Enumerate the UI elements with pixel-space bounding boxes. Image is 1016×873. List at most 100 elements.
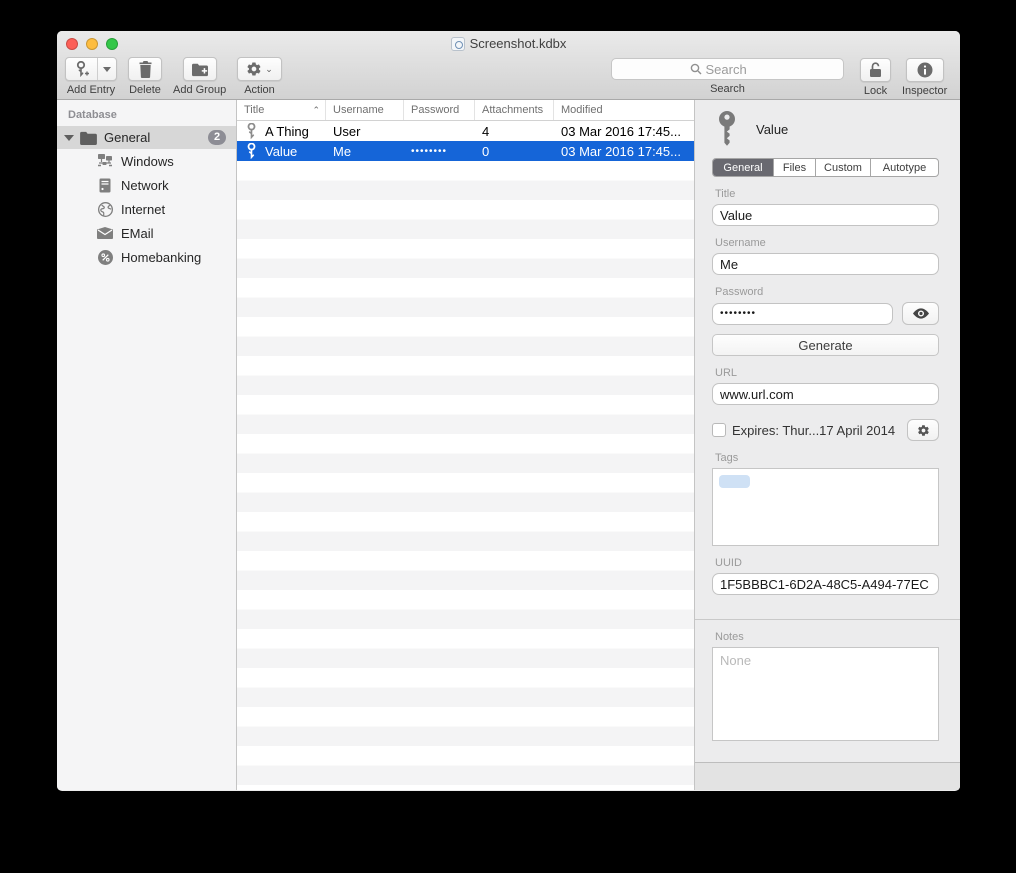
entry-table: Title ⌃ Username Password Attachments Mo… [237, 100, 695, 790]
tags-box[interactable] [712, 468, 939, 546]
lock-label: Lock [864, 85, 887, 97]
delete-button[interactable] [128, 57, 162, 81]
group-label: Network [121, 178, 169, 193]
folder-plus-icon [192, 62, 208, 77]
search-field[interactable] [611, 58, 844, 80]
tab-autotype[interactable]: Autotype [871, 159, 938, 176]
key-plus-icon[interactable] [66, 58, 97, 80]
column-header-username[interactable]: Username [326, 100, 404, 120]
toolbar-item-inspector: Inspector [902, 58, 947, 97]
column-header-attachments[interactable]: Attachments [475, 100, 554, 120]
entry-modified: 03 Mar 2016 17:45... [554, 121, 694, 141]
column-header-title[interactable]: Title ⌃ [237, 100, 326, 120]
toolbar-item-search: Search [607, 58, 848, 95]
group-label: Windows [121, 154, 174, 169]
uuid-field[interactable] [712, 573, 939, 595]
key-icon [246, 143, 257, 159]
sidebar-item-network[interactable]: Network [57, 173, 236, 197]
inspector-panel: Value General Files Custom Autotype Titl… [695, 100, 960, 790]
sidebar-item-homebanking[interactable]: Homebanking [57, 245, 236, 269]
title-field-label: Title [715, 188, 939, 200]
entry-modified: 03 Mar 2016 17:45... [554, 141, 694, 161]
window-title: Screenshot.kdbx [470, 36, 567, 51]
entry-username: Me [326, 141, 404, 161]
add-entry-dropdown[interactable] [97, 58, 116, 80]
window-header: Screenshot.kdbx Add Entry D [57, 31, 960, 100]
sidebar-item-windows[interactable]: Windows [57, 149, 236, 173]
gear-icon [246, 61, 262, 77]
close-button[interactable] [66, 38, 78, 50]
window-title-group: Screenshot.kdbx [451, 36, 567, 51]
title-field[interactable] [712, 204, 939, 226]
expires-row: Expires: Thur...17 April 2014 [712, 419, 939, 441]
toolbar-item-delete: Delete [128, 57, 162, 100]
reveal-password-button[interactable] [902, 302, 939, 325]
app-window: Screenshot.kdbx Add Entry D [57, 31, 960, 791]
lock-button[interactable] [860, 58, 891, 82]
sidebar-item-internet[interactable]: Internet [57, 197, 236, 221]
group-label: Internet [121, 202, 165, 217]
inspector-button[interactable] [906, 58, 944, 82]
inspector-entry-title: Value [756, 122, 788, 137]
disclosure-triangle-icon[interactable] [64, 135, 74, 141]
action-button[interactable]: ⌄ [237, 57, 282, 81]
search-input[interactable] [706, 62, 766, 77]
unlocked-padlock-icon [869, 62, 882, 78]
sidebar-item-general[interactable]: General 2 [57, 126, 236, 149]
folder-icon [80, 131, 97, 145]
table-row-value[interactable]: Value Me •••••••• 0 03 Mar 2016 17:45... [237, 141, 694, 161]
generate-password-button[interactable]: Generate [712, 334, 939, 356]
tab-files[interactable]: Files [774, 159, 816, 176]
table-row-a-thing[interactable]: A Thing User 4 03 Mar 2016 17:45... [237, 121, 694, 141]
sidebar-section-header: Database [57, 100, 236, 126]
inspector-tabs: General Files Custom Autotype [712, 158, 939, 177]
table-header: Title ⌃ Username Password Attachments Mo… [237, 100, 694, 121]
expires-label: Expires: Thur...17 April 2014 [732, 423, 895, 438]
search-icon [690, 63, 702, 75]
add-entry-label: Add Entry [67, 84, 115, 96]
key-icon [246, 123, 257, 139]
group-label: General [104, 130, 208, 145]
username-field[interactable] [712, 253, 939, 275]
add-group-label: Add Group [173, 84, 226, 96]
group-label: Homebanking [121, 250, 201, 265]
url-field[interactable] [712, 383, 939, 405]
tags-field-label: Tags [715, 452, 939, 464]
entry-title: A Thing [265, 124, 309, 139]
column-header-modified[interactable]: Modified [554, 100, 694, 120]
notes-placeholder: None [720, 653, 751, 668]
windows-network-icon [97, 153, 113, 169]
minimize-button[interactable] [86, 38, 98, 50]
tab-general[interactable]: General [713, 159, 774, 176]
password-row [712, 302, 939, 325]
titlebar[interactable]: Screenshot.kdbx [57, 31, 960, 56]
password-field[interactable] [712, 303, 893, 325]
globe-icon [97, 201, 113, 217]
entry-attachments: 4 [475, 121, 554, 141]
entry-attachments: 0 [475, 141, 554, 161]
entry-count-badge: 2 [208, 130, 226, 145]
sidebar-item-email[interactable]: EMail [57, 221, 236, 245]
zoom-button[interactable] [106, 38, 118, 50]
inspector-header: Value [712, 100, 939, 158]
chevron-down-icon: ⌄ [265, 64, 273, 75]
expires-checkbox[interactable] [712, 423, 726, 437]
toolbar: Add Entry Delete Add Group ⌄ Actio [57, 56, 960, 100]
expires-date-picker-button[interactable] [907, 419, 939, 441]
notes-field[interactable]: None [712, 647, 939, 741]
add-entry-button[interactable] [65, 57, 117, 81]
trash-icon [138, 61, 153, 78]
password-field-label: Password [715, 286, 939, 298]
tab-custom[interactable]: Custom [816, 159, 871, 176]
entry-password [404, 121, 475, 141]
key-icon [714, 110, 740, 148]
column-header-password[interactable]: Password [404, 100, 475, 120]
add-group-button[interactable] [183, 57, 217, 81]
content-area: Database General 2 Windows Network [57, 100, 960, 790]
group-label: EMail [121, 226, 154, 241]
tag-pill[interactable] [719, 475, 750, 488]
eye-icon [913, 308, 929, 319]
toolbar-item-add-group: Add Group [173, 57, 226, 100]
toolbar-item-action: ⌄ Action [237, 57, 282, 100]
uuid-field-label: UUID [715, 557, 939, 569]
